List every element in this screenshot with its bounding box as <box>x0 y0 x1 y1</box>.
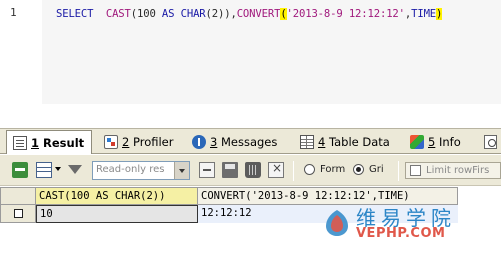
tab-history[interactable] <box>478 131 501 153</box>
grid-view-icon[interactable] <box>36 162 52 178</box>
tab-result-label: Result <box>43 135 85 150</box>
dropdown-arrow-icon[interactable] <box>174 162 189 179</box>
form-view-radio[interactable] <box>304 164 315 175</box>
form-view-label: Form <box>320 164 346 175</box>
type-time: TIME <box>411 8 437 20</box>
delete-icon[interactable] <box>245 162 261 178</box>
tab-info[interactable]: 5 Info <box>404 131 472 153</box>
watermark-logo-icon <box>326 210 348 236</box>
sql-editor[interactable]: 1 SELECT CAST(100 AS CHAR(2)),CONVERT('2… <box>0 0 501 126</box>
table-cell[interactable]: 10 <box>36 205 198 223</box>
chevron-down-icon[interactable] <box>55 167 61 171</box>
function-cast: CAST <box>105 8 131 20</box>
grid-view-label: Gri <box>369 164 384 175</box>
limit-rows-control[interactable]: Limit rowFirs <box>405 162 501 179</box>
tab-profiler-number: 2 <box>122 135 130 149</box>
toolbar-separator <box>293 161 294 181</box>
result-tabbar: 1 Result 2 Profiler 3 Messages 4 Table D… <box>0 128 501 154</box>
datetime-string: '2013-8-9 12:12:12' <box>286 8 405 20</box>
limit-rows-label: Limit rowFirs <box>426 165 490 176</box>
profiler-icon <box>104 135 118 149</box>
function-convert: CONVERT <box>236 8 281 20</box>
save-icon[interactable] <box>222 162 238 178</box>
tab-table-data-label: Table Data <box>328 135 390 149</box>
tab-messages-number: 3 <box>210 135 218 149</box>
history-icon <box>484 135 497 149</box>
line-number: 1 <box>10 6 17 19</box>
messages-icon <box>192 135 206 149</box>
toolbar-separator <box>398 161 399 181</box>
result-mode-select[interactable]: Read-only res <box>92 161 190 180</box>
tab-messages[interactable]: 3 Messages <box>186 131 286 153</box>
column-header[interactable]: CAST(100 AS CHAR(2)) <box>36 187 198 205</box>
sql-code-line[interactable]: SELECT CAST(100 AS CHAR(2)),CONVERT('201… <box>56 8 442 20</box>
result-mode-value: Read-only res <box>96 164 165 175</box>
result-toolbar: Read-only res Form Gri Limit rowFirs <box>0 155 501 186</box>
keyword-as: AS <box>161 8 175 20</box>
tab-info-number: 5 <box>428 135 436 149</box>
grid-view-radio[interactable] <box>353 164 364 175</box>
filter-icon[interactable] <box>68 165 82 174</box>
add-row-icon[interactable] <box>199 162 215 178</box>
matched-paren-close: ) <box>436 8 443 20</box>
tab-info-label: Info <box>438 135 461 149</box>
grid-corner-cell[interactable] <box>0 187 36 205</box>
table-data-icon <box>300 135 314 149</box>
discard-changes-icon[interactable] <box>268 161 284 178</box>
limit-rows-checkbox[interactable] <box>410 165 421 176</box>
code-area[interactable]: SELECT CAST(100 AS CHAR(2)),CONVERT('201… <box>42 0 501 104</box>
cast-close: ), <box>224 8 237 20</box>
row-checkbox[interactable] <box>14 209 23 218</box>
cast-argument: (100 <box>130 8 156 20</box>
export-icon[interactable] <box>12 162 28 178</box>
result-icon <box>13 135 27 150</box>
tab-profiler[interactable]: 2 Profiler <box>98 131 180 153</box>
tab-table-data-number: 4 <box>318 135 326 149</box>
line-number-gutter: 1 <box>0 0 42 126</box>
tab-table-data[interactable]: 4 Table Data <box>294 131 398 153</box>
tab-messages-label: Messages <box>220 135 278 149</box>
char-length: (2) <box>205 8 225 20</box>
tab-result-number: 1 <box>31 135 40 150</box>
watermark-url: VEPHP.COM <box>356 226 446 241</box>
info-icon <box>410 135 424 149</box>
type-char: CHAR <box>180 8 206 20</box>
keyword-select: SELECT <box>56 8 94 20</box>
row-selector[interactable] <box>0 205 36 223</box>
tab-result[interactable]: 1 Result <box>6 130 92 154</box>
tab-profiler-label: Profiler <box>132 135 174 149</box>
